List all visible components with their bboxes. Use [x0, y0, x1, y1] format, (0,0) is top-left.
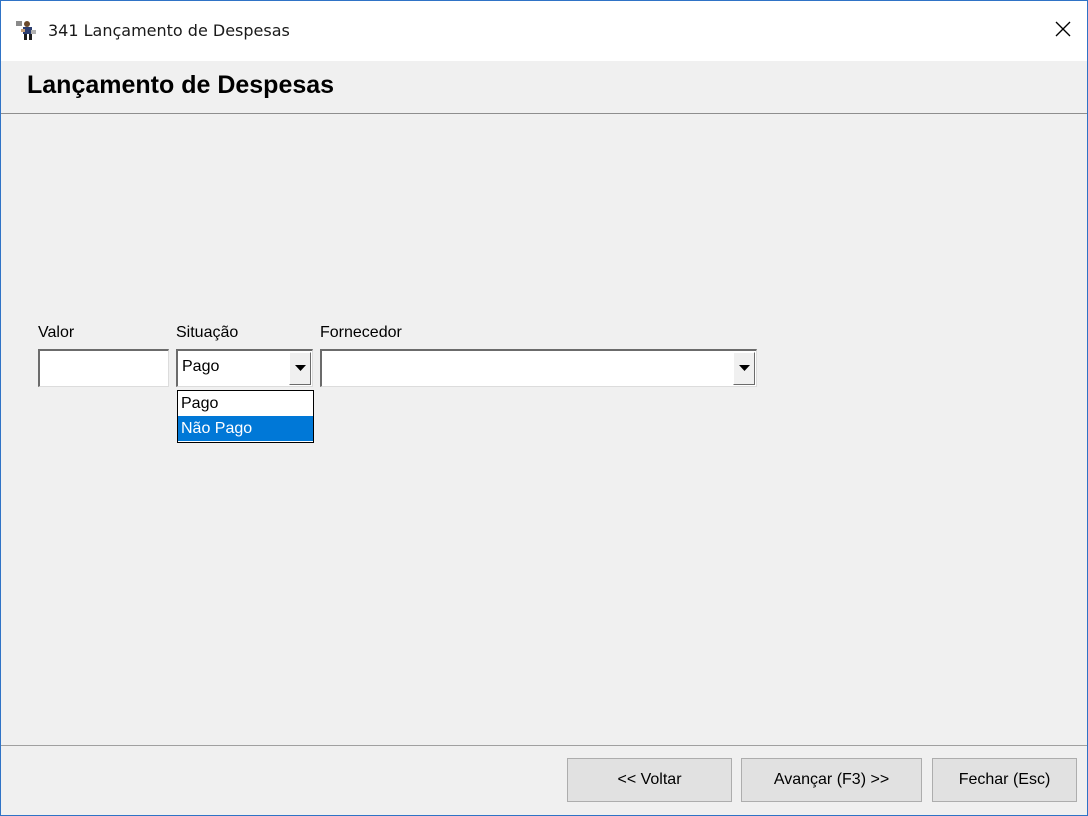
page-header: Lançamento de Despesas [1, 61, 1087, 114]
title-bar: 341 Lançamento de Despesas [1, 1, 1087, 61]
voltar-button[interactable]: << Voltar [567, 758, 732, 802]
chevron-down-icon [294, 365, 306, 371]
footer-divider [1, 745, 1087, 746]
situacao-label: Situação [176, 324, 239, 341]
valor-input[interactable] [38, 349, 169, 387]
situacao-dropdown-button[interactable] [289, 352, 311, 385]
dropdown-option-nao-pago[interactable]: Não Pago [178, 416, 313, 441]
chevron-down-icon [738, 365, 750, 371]
fornecedor-combobox[interactable] [320, 349, 757, 387]
avancar-button[interactable]: Avançar (F3) >> [741, 758, 922, 802]
page-title: Lançamento de Despesas [27, 71, 335, 99]
dropdown-option-pago[interactable]: Pago [178, 391, 313, 416]
close-icon [1055, 21, 1071, 37]
fechar-button[interactable]: Fechar (Esc) [932, 758, 1077, 802]
situacao-combobox[interactable]: Pago [176, 349, 313, 387]
fornecedor-dropdown-button[interactable] [733, 352, 755, 385]
fornecedor-label: Fornecedor [320, 324, 402, 341]
valor-label: Valor [38, 324, 75, 341]
situacao-dropdown-list: Pago Não Pago [177, 390, 314, 443]
window-title: 341 Lançamento de Despesas [48, 21, 290, 40]
app-icon [15, 19, 37, 41]
app-window: 341 Lançamento de Despesas Lançamento de… [0, 0, 1088, 816]
close-button[interactable] [1039, 9, 1087, 49]
situacao-selected-value: Pago [182, 358, 220, 375]
